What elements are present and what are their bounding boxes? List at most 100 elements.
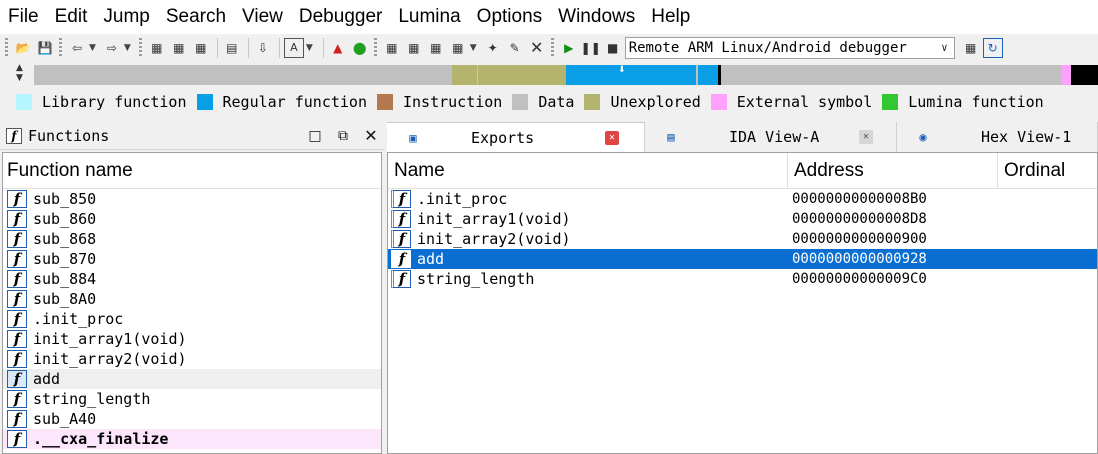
tab-exports[interactable]: ▣ Exports ✕ [387, 122, 645, 152]
function-icon: f [7, 350, 27, 368]
save-icon[interactable]: 💾 [35, 38, 55, 58]
add-xref-icon[interactable]: ▦ [448, 38, 468, 58]
xref-dropdown-icon[interactable]: ▼ [470, 43, 477, 53]
debugger-select[interactable]: Remote ARM Linux/Android debugger ∨ [624, 36, 955, 59]
toolbar-grip[interactable] [373, 37, 377, 58]
column-header-function-name[interactable]: Function name [3, 153, 381, 189]
nav-segment-end[interactable] [1071, 65, 1098, 85]
function-name: sub_850 [33, 190, 97, 208]
table-row[interactable]: f init_array2(void) 0000000000000900 [388, 229, 1097, 249]
restore-icon[interactable]: ⧉ [329, 128, 357, 144]
toolbar-grip[interactable] [5, 37, 8, 58]
add-enum-icon[interactable]: ▦ [426, 38, 446, 58]
exports-table[interactable]: Name Address Ordinal f .init_proc 000000… [387, 152, 1098, 454]
list-item[interactable]: f sub_868 [3, 229, 381, 249]
back-dropdown-icon[interactable]: ▼ [89, 43, 96, 53]
legend-swatch [584, 94, 601, 110]
search-immediate-icon[interactable]: ▦ [191, 38, 211, 58]
forward-arrow-icon[interactable]: ⇨ [102, 38, 122, 58]
list-item[interactable]: f add [3, 369, 381, 389]
close-icon[interactable]: ✕ [357, 126, 385, 145]
list-item[interactable]: f sub_8A0 [3, 289, 381, 309]
tab-hex-view-1[interactable]: ◉ Hex View-1 [897, 122, 1098, 152]
search-binary-icon[interactable]: ▦ [147, 38, 167, 58]
list-item[interactable]: f .__cxa_finalize [3, 429, 381, 449]
menu-help[interactable]: Help [649, 6, 698, 28]
function-icon: f [391, 270, 411, 288]
list-item[interactable]: f init_array1(void) [3, 329, 381, 349]
export-name: init_array1(void) [417, 210, 571, 228]
maximize-icon[interactable]: □ [301, 128, 329, 144]
menu-windows[interactable]: Windows [556, 6, 643, 28]
column-header-ordinal[interactable]: Ordinal [998, 153, 1097, 188]
close-icon[interactable]: ✕ [527, 38, 547, 58]
tab-bar: ▣ Exports ✕ ▤ IDA View-A ✕ ◉ Hex View-1 [387, 122, 1098, 152]
back-arrow-icon[interactable]: ⇦ [67, 38, 87, 58]
navigation-bar[interactable]: ⬇ [34, 65, 1098, 85]
menu-view[interactable]: View [240, 6, 291, 28]
functions-panel-title-bar: f Functions □ ⧉ ✕ [0, 122, 385, 150]
table-row[interactable]: f string_length 00000000000009C0 [388, 269, 1097, 289]
list-item[interactable]: f sub_884 [3, 269, 381, 289]
list-item[interactable]: f sub_850 [3, 189, 381, 209]
close-tab-icon[interactable]: ✕ [859, 130, 873, 144]
list-item[interactable]: f sub_860 [3, 209, 381, 229]
green-status-icon[interactable]: ● [350, 38, 370, 58]
menu-edit[interactable]: Edit [53, 6, 96, 28]
function-icon: f [7, 190, 27, 208]
navigation-band[interactable]: ▲ ▼ ⬇ [0, 62, 1098, 86]
stop-icon[interactable]: ■ [603, 38, 623, 58]
close-tab-icon[interactable]: ✕ [605, 131, 619, 145]
legend-item-library: Library function [16, 93, 187, 111]
list-item[interactable]: f init_array2(void) [3, 349, 381, 369]
column-header-name[interactable]: Name [388, 153, 788, 188]
functions-list[interactable]: Function name f sub_850 f sub_860 f sub_… [2, 152, 382, 454]
list-item[interactable]: f sub_870 [3, 249, 381, 269]
toolbar-grip[interactable] [138, 37, 142, 58]
menu-options[interactable]: Options [475, 6, 550, 28]
patch-icon[interactable]: ✦ [483, 38, 503, 58]
menu-debugger[interactable]: Debugger [297, 6, 390, 28]
add-structure-icon[interactable]: ▦ [404, 38, 424, 58]
function-icon: f [7, 410, 27, 428]
add-function-icon[interactable]: ▦ [382, 38, 402, 58]
jump-icon[interactable]: ▤ [222, 38, 242, 58]
debugger-options-icon[interactable]: ▦ [961, 38, 981, 58]
table-row-selected[interactable]: f add 0000000000000928 [388, 249, 1097, 269]
menu-jump[interactable]: Jump [101, 6, 157, 28]
function-name: init_array1(void) [33, 330, 187, 348]
toolbar-grip[interactable] [550, 37, 554, 58]
name-cell: f init_array2(void) [388, 230, 788, 248]
pause-icon[interactable]: ❚❚ [581, 38, 601, 58]
column-header-address[interactable]: Address [788, 153, 998, 188]
table-row[interactable]: f init_array1(void) 00000000000008D8 [388, 209, 1097, 229]
text-view-icon[interactable]: A [283, 37, 304, 58]
table-row[interactable]: f .init_proc 00000000000008B0 [388, 189, 1097, 209]
menu-file[interactable]: File [6, 6, 47, 28]
legend-label: Lumina function [908, 93, 1044, 111]
forward-dropdown-icon[interactable]: ▼ [124, 43, 131, 53]
warning-icon[interactable]: ▲ [328, 38, 348, 58]
menu-lumina[interactable]: Lumina [396, 6, 468, 28]
tab-ida-view-a[interactable]: ▤ IDA View-A ✕ [645, 122, 897, 152]
nav-segment-regular-functions-2[interactable] [698, 65, 718, 85]
nav-segment-external[interactable] [1061, 65, 1071, 85]
function-name: .init_proc [33, 310, 124, 328]
toolbar-grip[interactable] [59, 37, 62, 58]
tab-label: Exports [471, 128, 535, 147]
list-item[interactable]: f .init_proc [3, 309, 381, 329]
edit-icon[interactable]: ✎ [505, 38, 525, 58]
list-item[interactable]: f sub_A40 [3, 409, 381, 429]
toolbar-separator [322, 37, 324, 58]
open-folder-icon[interactable]: 📂 [13, 38, 33, 58]
play-icon[interactable]: ▶ [559, 38, 579, 58]
nav-segment-regular-functions[interactable] [566, 65, 696, 85]
text-dropdown-icon[interactable]: ▼ [306, 43, 313, 53]
search-text-icon[interactable]: ▦ [169, 38, 189, 58]
list-item[interactable]: f string_length [3, 389, 381, 409]
attach-process-icon[interactable]: ↻ [982, 37, 1003, 58]
nav-segment-unexplored[interactable] [452, 65, 566, 85]
down-arrow-icon[interactable]: ⇩ [253, 38, 273, 58]
function-name: string_length [33, 390, 151, 408]
menu-search[interactable]: Search [164, 6, 234, 28]
